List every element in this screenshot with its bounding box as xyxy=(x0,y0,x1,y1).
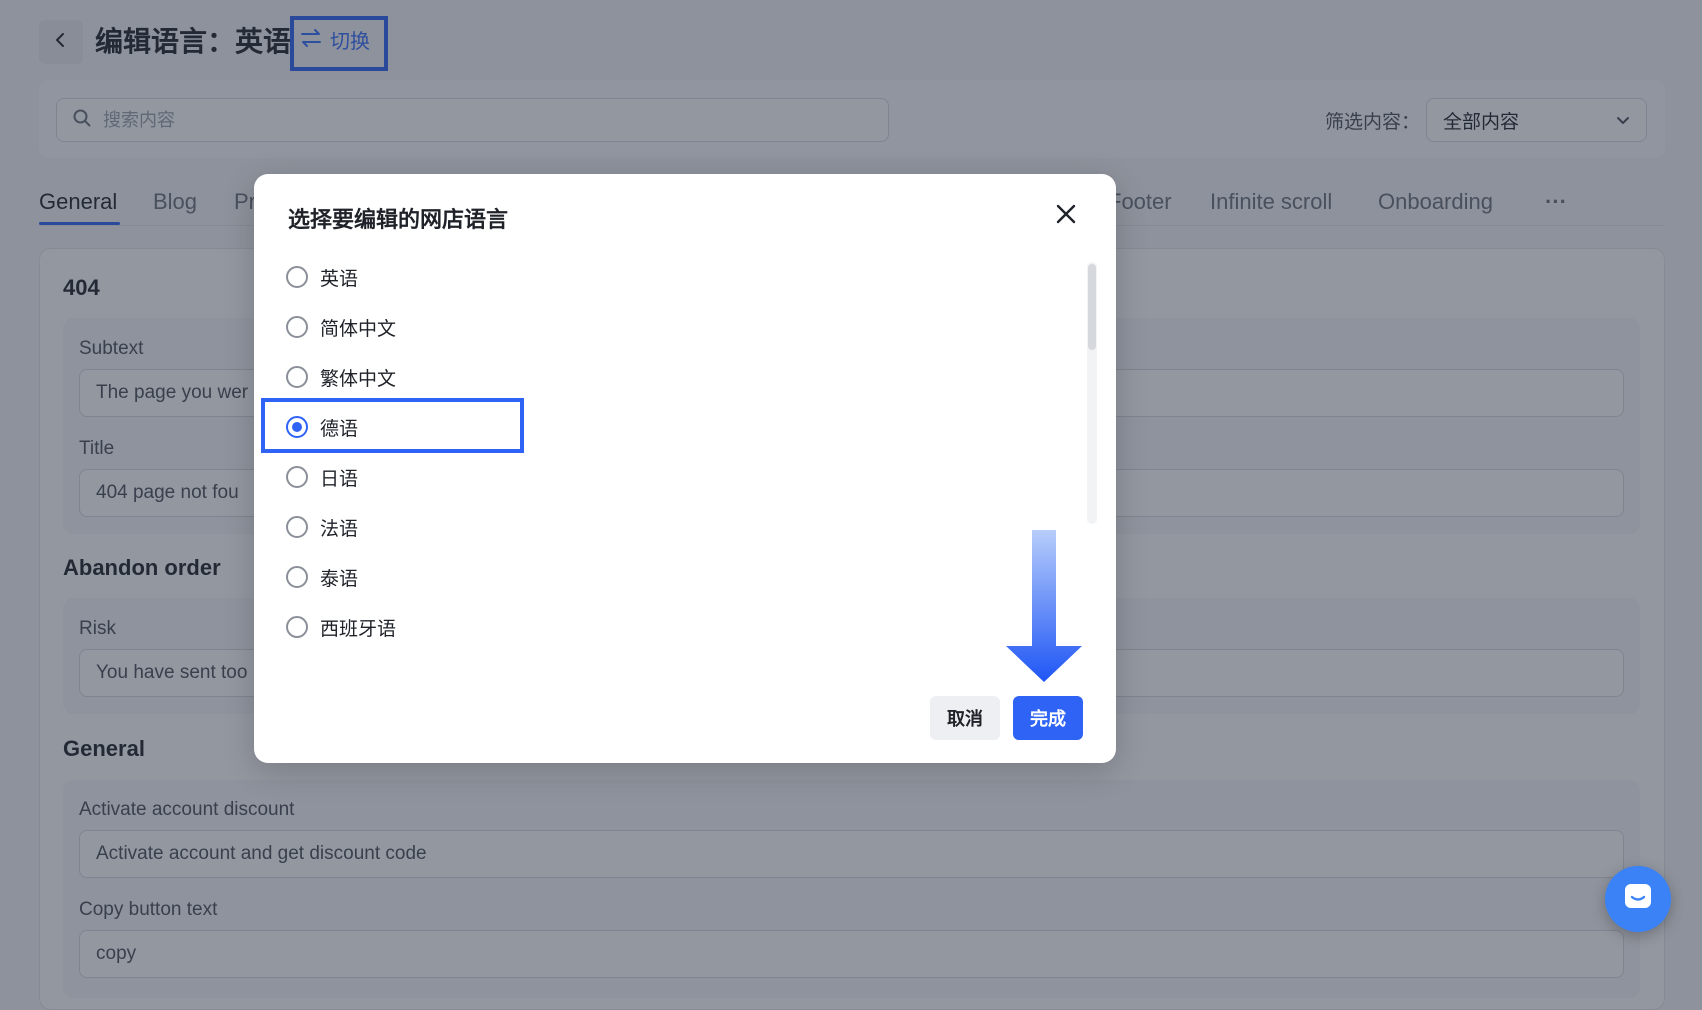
radio-icon xyxy=(286,566,308,588)
language-option-label: 英语 xyxy=(320,268,359,290)
done-button[interactable]: 完成 xyxy=(1013,696,1083,740)
cancel-button[interactable]: 取消 xyxy=(930,696,1000,740)
language-option-label: 简体中文 xyxy=(320,318,397,340)
dialog-scrollbar-thumb[interactable] xyxy=(1088,264,1096,350)
close-button[interactable] xyxy=(1050,200,1082,232)
chat-bubble-icon xyxy=(1622,881,1654,918)
chat-support-button[interactable] xyxy=(1605,866,1671,932)
radio-icon xyxy=(286,466,308,488)
radio-icon xyxy=(286,316,308,338)
language-select-dialog: 选择要编辑的网店语言 英语 简体中文 繁体中文 德语 日语 法语 泰语 西班牙语… xyxy=(254,174,1116,763)
radio-icon xyxy=(286,616,308,638)
language-option-thai[interactable]: 泰语 xyxy=(286,562,358,592)
radio-icon xyxy=(286,366,308,388)
dialog-title: 选择要编辑的网店语言 xyxy=(288,207,509,232)
radio-icon xyxy=(286,516,308,538)
language-option-french[interactable]: 法语 xyxy=(286,512,358,542)
language-option-label: 繁体中文 xyxy=(320,368,397,390)
language-option-label: 日语 xyxy=(320,468,359,490)
language-option-spanish[interactable]: 西班牙语 xyxy=(286,612,396,642)
language-option-simplified-chinese[interactable]: 简体中文 xyxy=(286,312,396,342)
language-option-english[interactable]: 英语 xyxy=(286,262,358,292)
radio-icon xyxy=(286,266,308,288)
language-option-label: 泰语 xyxy=(320,568,359,590)
language-option-label: 西班牙语 xyxy=(320,618,397,640)
page-root: 编辑语言：英语 切换 筛选内容： 全部内容 General Blog Pr Fo… xyxy=(0,0,1702,1010)
language-option-traditional-chinese[interactable]: 繁体中文 xyxy=(286,362,396,392)
down-arrow-hint-icon xyxy=(1006,530,1082,682)
language-option-label: 法语 xyxy=(320,518,359,540)
language-option-japanese[interactable]: 日语 xyxy=(286,462,358,492)
highlight-box-german xyxy=(261,398,524,453)
close-icon xyxy=(1056,204,1076,229)
